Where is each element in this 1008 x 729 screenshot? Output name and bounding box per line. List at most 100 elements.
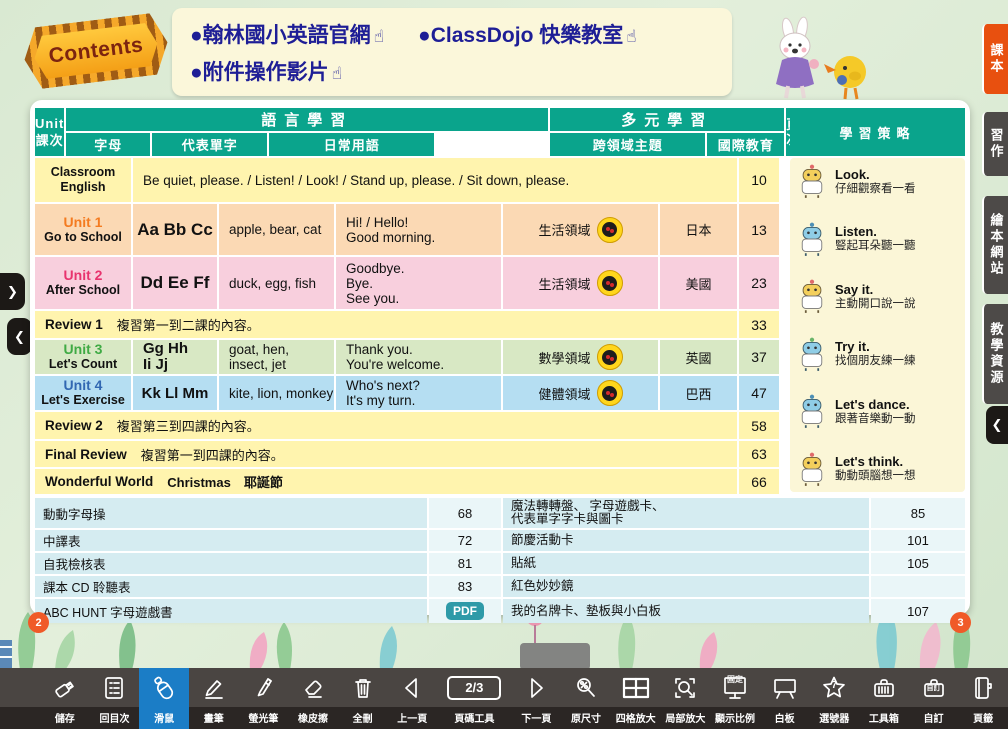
strategy-list: Look.仔細觀察看一看 Listen.豎起耳朵聽一聽 Say it.主動開口說… (790, 158, 965, 492)
ebook-reader-window: Contents ●翰林國小英語官網☝ ●ClassDojo 快樂教室☝ ●附件… (0, 0, 1008, 729)
grid-zoom-icon (621, 675, 651, 701)
contents-badge: Contents (21, 11, 171, 90)
pdf-badge[interactable]: PDF (446, 602, 484, 620)
col-group-language: 語言學習 (66, 108, 548, 131)
strategy-character-icon (796, 450, 828, 488)
bookmark-book-icon (970, 675, 996, 701)
left-collapse-tab[interactable]: ❮ (7, 318, 32, 355)
link-classdojo[interactable]: ●ClassDojo 快樂教室☝ (418, 18, 637, 55)
area-zoom-icon (672, 675, 698, 701)
strategy-item: Try it.找個朋友練一練 (796, 335, 959, 373)
mouse-icon (150, 674, 178, 702)
tab-teaching-resources[interactable]: 教學資源 (982, 304, 1008, 404)
whiteboard-icon (771, 675, 799, 701)
appendix-row: 自我檢核表 81 貼紙 105 (35, 553, 965, 574)
toolbox-icon (871, 675, 897, 701)
link-attachment-videos[interactable]: ●附件操作影片☝ (190, 55, 342, 92)
table-row: Classroom English Be quiet, please. / Li… (35, 158, 785, 202)
tab-workbook[interactable]: 習作 (982, 112, 1008, 176)
strategy-character-icon (796, 335, 828, 373)
previous-page-button[interactable]: 上一頁 (387, 668, 437, 729)
whiteboard-button[interactable]: 白板 (760, 668, 810, 729)
triangle-right-icon (523, 675, 549, 701)
bottom-toolbar: 儲存 回目次 滑鼠 畫筆 螢光筆 橡皮擦 (0, 668, 1008, 729)
table-row: Review 2 複習第三到四課的內容。 58 (35, 412, 785, 439)
strategy-item: Look.仔細觀察看一看 (796, 162, 959, 200)
number-picker-button[interactable]: 7 選號器 (809, 668, 859, 729)
col-header-international: 國際教育 (707, 133, 784, 156)
domain-badge-icon (597, 217, 623, 243)
link-hanlin-english-site[interactable]: ●翰林國小英語官網☝ (190, 18, 384, 55)
toolbox-button[interactable]: 工具箱 (859, 668, 909, 729)
eraser-tool-button[interactable]: 橡皮擦 (288, 668, 338, 729)
table-row: Unit 3 Let's Count Gg Hh Ii Jj goat, hen… (35, 340, 785, 374)
next-page-button[interactable]: 下一頁 (512, 668, 562, 729)
col-header-phrases: 日常用語 (269, 133, 434, 156)
appendix-row: 課本 CD 聆聽表 83 紅色妙妙鏡 (35, 576, 965, 597)
table-row: Unit 2 After School Dd Ee Ff duck, egg, … (35, 257, 785, 309)
contents-badge-label: Contents (47, 33, 144, 68)
strategy-character-icon (796, 392, 828, 430)
tab-picturebook-site[interactable]: 繪本網站 (982, 196, 1008, 294)
contents-table-card: Unit 課次 語言學習 字母 代表單字 日常用語 多元學習 跨領域主題 國際教… (30, 100, 970, 615)
strategy-item: Let's dance.跟著音樂動一動 (796, 392, 959, 430)
table-row: Unit 4 Let's Exercise Kk Ll Mm kite, lio… (35, 376, 785, 410)
custom-box-icon (921, 675, 947, 701)
appendix-row: ABC HUNT 字母遊戲書 PDF 我的名牌卡、墊板與小白板 107 (35, 599, 965, 623)
appendix-row: 中譯表 72 節慶活動卡 101 (35, 530, 965, 551)
original-size-button[interactable]: 原尺寸 (561, 668, 611, 729)
appendix-row: 動動字母操 68 魔法轉轉盤、 字母遊戲卡、 代表單字字卡與圖卡 85 (35, 498, 965, 528)
delete-all-button[interactable]: 全刪 (338, 668, 388, 729)
strategy-item: Say it.主動開口說一說 (796, 277, 959, 315)
col-header-domain: 跨領域主題 (550, 133, 705, 156)
pencil-icon (201, 675, 227, 701)
chevron-right-icon: ❯ (7, 284, 18, 300)
mouse-tool-button[interactable]: 滑鼠 (139, 668, 189, 729)
toc-list-icon (101, 675, 127, 701)
strategy-item: Let's think.動動頭腦想一想 (796, 450, 959, 488)
monitor-icon (721, 675, 749, 701)
page-tabs-button[interactable]: 頁籤 (958, 668, 1008, 729)
hand-pointer-icon: ☝ (626, 27, 636, 46)
links-box: ●翰林國小英語官網☝ ●ClassDojo 快樂教室☝ ●附件操作影片☝ (172, 8, 732, 96)
col-header-letters: 字母 (66, 133, 150, 156)
eraser-icon (300, 675, 326, 701)
four-grid-zoom-button[interactable]: 四格放大 (611, 668, 661, 729)
sidebar-collapse-tab[interactable]: ❮ (986, 406, 1008, 444)
col-header-strategy: 學習策略 (790, 108, 965, 156)
pen-tool-button[interactable]: 畫筆 (189, 668, 239, 729)
highlighter-icon (250, 675, 276, 701)
col-header-unit: Unit 課次 (35, 108, 64, 156)
col-header-words: 代表單字 (152, 133, 267, 156)
tab-textbook[interactable]: 課本 (982, 24, 1008, 94)
display-ratio-button[interactable]: 固定 顯示比例 (710, 668, 760, 729)
left-expand-tab[interactable]: ❯ (0, 273, 25, 310)
highlighter-tool-button[interactable]: 螢光筆 (239, 668, 289, 729)
col-group-multi: 多元學習 (550, 108, 784, 131)
usb-save-icon (52, 675, 78, 701)
back-to-toc-button[interactable]: 回目次 (90, 668, 140, 729)
table-row: Wonderful World Christmas 耶誕節 66 (35, 469, 785, 494)
table-row: Final Review 複習第一到四課的內容。 63 (35, 441, 785, 467)
save-button[interactable]: 儲存 (40, 668, 90, 729)
zoom-percent-icon (573, 675, 599, 701)
strategy-item: Listen.豎起耳朵聽一聽 (796, 220, 959, 258)
hand-pointer-icon: ☝ (374, 27, 384, 46)
domain-badge-icon (597, 344, 623, 370)
domain-badge-icon (597, 270, 623, 296)
strategy-character-icon (796, 277, 828, 315)
strategy-character-icon (796, 162, 828, 200)
table-row: Review 1 複習第一到二課的內容。 33 (35, 311, 785, 338)
page-number-badge-right: 3 (950, 612, 971, 633)
appendix-table: 動動字母操 68 魔法轉轉盤、 字母遊戲卡、 代表單字字卡與圖卡 85 中譯表 … (35, 498, 965, 623)
contents-table: Unit 課次 語言學習 字母 代表單字 日常用語 多元學習 跨領域主題 國際教… (35, 108, 785, 494)
chevron-left-icon: ❮ (992, 417, 1003, 433)
custom-button[interactable]: 自訂 自訂 (909, 668, 959, 729)
page-indicator-value[interactable]: 2/3 (447, 676, 501, 700)
page-number-badge-left: 2 (28, 612, 49, 633)
star-icon (820, 675, 848, 701)
page-indicator-tool[interactable]: 2/3 頁碼工具 (437, 668, 511, 729)
area-zoom-button[interactable]: 局部放大 (661, 668, 711, 729)
trash-icon (350, 675, 376, 701)
triangle-left-icon (399, 675, 425, 701)
